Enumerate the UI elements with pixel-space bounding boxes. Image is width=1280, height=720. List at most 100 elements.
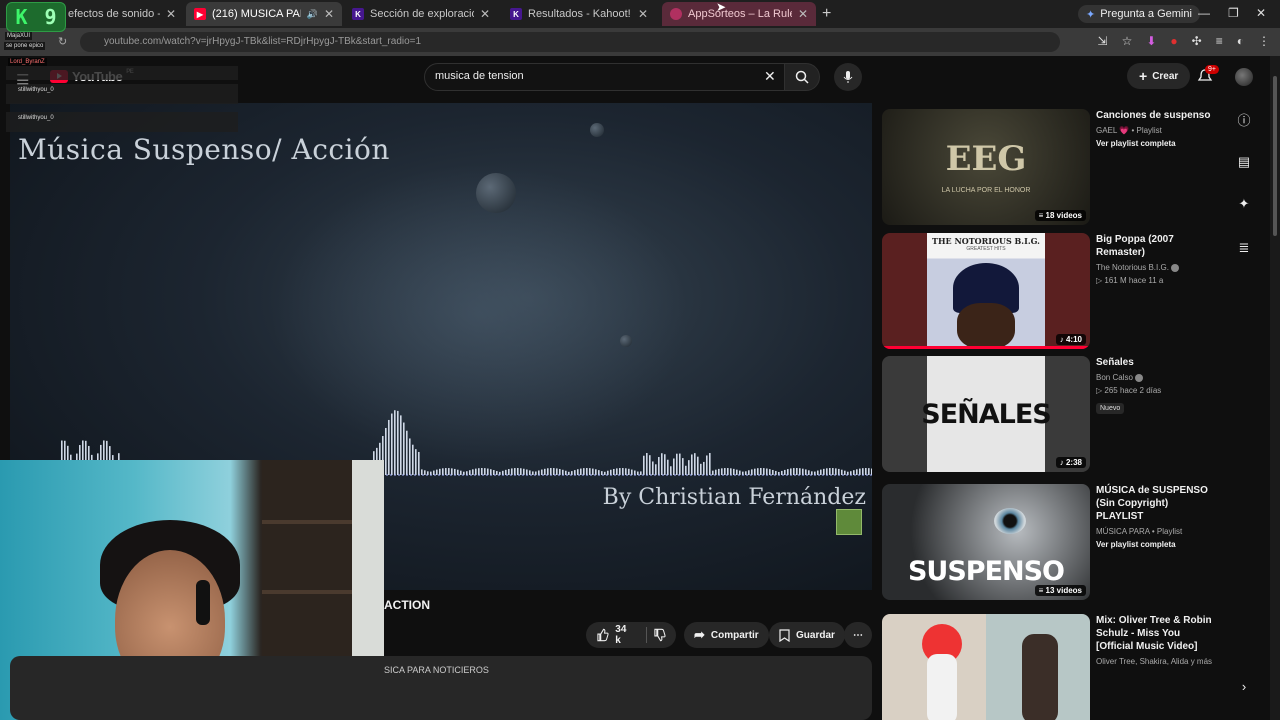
recommendation-title[interactable]: Big Poppa (2007 Remaster) <box>1096 233 1216 259</box>
search-button[interactable] <box>784 63 820 91</box>
recommendation-title[interactable]: Canciones de suspenso <box>1096 109 1216 122</box>
extensions-icon[interactable]: ✣ <box>1192 34 1202 48</box>
page-scrollbar[interactable] <box>1270 56 1280 720</box>
waveform-bar <box>487 468 489 475</box>
recommendation-title[interactable]: MÚSICA de SUSPENSO (Sin Copyright) PLAYL… <box>1096 484 1216 523</box>
close-icon[interactable]: ✕ <box>638 7 648 21</box>
recommendation-item[interactable]: SUSPENSO ≡ 13 videos MÚSICA de SUSPENSO … <box>882 484 1212 602</box>
waveform-bar <box>673 458 675 475</box>
waveform-bar <box>412 444 414 475</box>
view-full-playlist-link[interactable]: Ver playlist completa <box>1096 540 1216 549</box>
close-icon[interactable]: ✕ <box>324 7 334 21</box>
recommendation-title[interactable]: Mix: Oliver Tree & Robin Schulz - Miss Y… <box>1096 614 1216 653</box>
close-window-icon[interactable]: ✕ <box>1256 6 1266 20</box>
browser-tab-strip: efectos de sonido - tamb ✕ ▶ (216) MUSIC… <box>0 0 1280 28</box>
video-count-badge: ≡ 18 videos <box>1034 210 1086 221</box>
tab-kahoot-resultados[interactable]: K Resultados - Kahoot! ✕ <box>502 2 656 26</box>
like-count[interactable]: 34 k <box>615 624 633 646</box>
waveform-bar <box>835 468 837 475</box>
waveform-bar <box>688 460 690 475</box>
new-tab-icon[interactable]: + <box>822 5 831 23</box>
speaker-icon[interactable]: 🔊 <box>307 9 318 20</box>
waveform-bar <box>736 469 738 475</box>
waveform-bar <box>454 468 456 475</box>
search-input[interactable]: musica de tension <box>424 63 786 91</box>
save-button[interactable]: Guardar <box>769 622 845 648</box>
recommendation-item[interactable]: EEG LA LUCHA POR EL HONOR ≡ 18 videos Ca… <box>882 109 1212 227</box>
sparkle-icon[interactable]: ✦ <box>1236 196 1252 212</box>
thumbnail[interactable]: THE NOTORIOUS B.I.G. GREATEST HITS ♪ 4:1… <box>882 233 1090 349</box>
waveform-bar <box>793 468 795 475</box>
recommendation-channel[interactable]: The Notorious B.I.G. <box>1096 263 1169 272</box>
screen: efectos de sonido - tamb ✕ ▶ (216) MUSIC… <box>0 0 1280 720</box>
recommendation-title[interactable]: Señales <box>1096 356 1216 369</box>
media-icon[interactable]: ≡ <box>1216 34 1223 48</box>
download-icon[interactable]: ⬇ <box>1146 34 1156 48</box>
bookmark-star-icon[interactable]: ☆ <box>1122 34 1133 48</box>
waveform-bar <box>571 471 573 475</box>
dislike-icon[interactable] <box>653 628 666 642</box>
waveform-bar <box>601 471 603 475</box>
gemini-button[interactable]: ✦ Pregunta a Gemini <box>1078 5 1200 23</box>
tab-musica-suspenso[interactable]: ▶ (216) MUSICA PARA SUSPE 🔊 ✕ <box>186 2 342 26</box>
waveform-bar <box>703 461 705 475</box>
tab-kahoot-exploracion[interactable]: K Sección de exploración de kah ✕ <box>344 2 498 26</box>
url-field[interactable]: youtube.com/watch?v=jrHpygJ-TBk&list=RDj… <box>80 32 1060 52</box>
waveform-bar <box>472 469 474 475</box>
extension-red-icon[interactable]: ● <box>1170 34 1177 48</box>
tab-appsorteos[interactable]: AppSorteos – La Ruleta de la S ✕ <box>662 2 816 26</box>
tab-efectos[interactable]: efectos de sonido - tamb ✕ <box>60 2 184 26</box>
waveform-bar <box>697 456 699 475</box>
thumbnail[interactable]: EEG LA LUCHA POR EL HONOR ≡ 18 videos <box>882 109 1090 225</box>
thumbnail[interactable]: SUSPENSO ≡ 13 videos <box>882 484 1090 600</box>
recommendation-channel[interactable]: Oliver Tree, Shakira, Alida y más <box>1096 656 1216 668</box>
chat-icon[interactable]: ▤ <box>1236 154 1252 170</box>
install-icon[interactable]: ⇲ <box>1098 34 1108 48</box>
recommendation-channel[interactable]: MÚSICA PARA • Playlist <box>1096 526 1216 538</box>
waveform-bar <box>559 468 561 475</box>
video-overlay-title: Música Suspenso/ Acción <box>18 133 390 166</box>
waveform-bar <box>538 470 540 475</box>
recommendation-channel[interactable]: Bon Calso <box>1096 373 1133 382</box>
recommendation-item[interactable]: Mix: Oliver Tree & Robin Schulz - Miss Y… <box>882 614 1212 720</box>
info-icon[interactable]: ⓘ <box>1236 111 1252 128</box>
close-icon[interactable]: ✕ <box>480 7 490 21</box>
menu-icon[interactable]: ⋮ <box>1258 34 1270 48</box>
recommendation-item[interactable]: THE NOTORIOUS B.I.G. GREATEST HITS ♪ 4:1… <box>882 233 1212 351</box>
waveform-bar <box>730 468 732 475</box>
waveform-bar <box>724 468 726 475</box>
close-icon[interactable]: ✕ <box>166 7 176 21</box>
recommendation-channel[interactable]: GAEL 💗 • Playlist <box>1096 125 1216 137</box>
thumbnail[interactable]: SEÑALES ♪ 2:38 <box>882 356 1090 472</box>
waveform-bar <box>580 468 582 475</box>
reload-icon[interactable]: ↻ <box>58 35 67 48</box>
waveform-bar <box>781 470 783 475</box>
voice-search-button[interactable] <box>834 63 862 91</box>
create-button[interactable]: + Crear <box>1127 63 1191 89</box>
album-cover-graphic: SEÑALES <box>921 356 1052 472</box>
thumbnail[interactable] <box>882 614 1090 720</box>
waveform-bar <box>613 468 615 475</box>
playlist-icon: ≡ <box>1038 211 1046 220</box>
user-avatar[interactable] <box>1235 68 1253 86</box>
minimize-icon[interactable]: — <box>1198 6 1210 20</box>
scrollbar-thumb[interactable] <box>1273 76 1277 236</box>
more-actions-button[interactable]: ⋯ <box>844 622 872 648</box>
profile-icon[interactable]: ◐ <box>1237 34 1244 48</box>
share-button[interactable]: ➦ Compartir <box>684 622 769 648</box>
waveform-bar <box>823 468 825 475</box>
more-horizontal-icon: ⋯ <box>853 629 863 641</box>
restore-icon[interactable]: ❐ <box>1228 6 1239 20</box>
kahoot-icon: K <box>510 8 522 20</box>
channel-watermark-icon[interactable] <box>836 509 862 535</box>
view-full-playlist-link[interactable]: Ver playlist completa <box>1096 139 1216 148</box>
chevron-right-icon[interactable]: › <box>1236 678 1252 694</box>
queue-icon[interactable]: ≣ <box>1236 240 1252 256</box>
clear-search-icon[interactable]: ✕ <box>764 68 776 85</box>
close-icon[interactable]: ✕ <box>798 7 808 21</box>
waveform-bar <box>391 413 393 475</box>
like-icon[interactable] <box>596 628 609 642</box>
recommendation-item[interactable]: SEÑALES ♪ 2:38 Señales Bon Calso ▷ 265 h… <box>882 356 1212 474</box>
waveform-bar <box>685 465 687 475</box>
waveform-bar <box>523 468 525 475</box>
